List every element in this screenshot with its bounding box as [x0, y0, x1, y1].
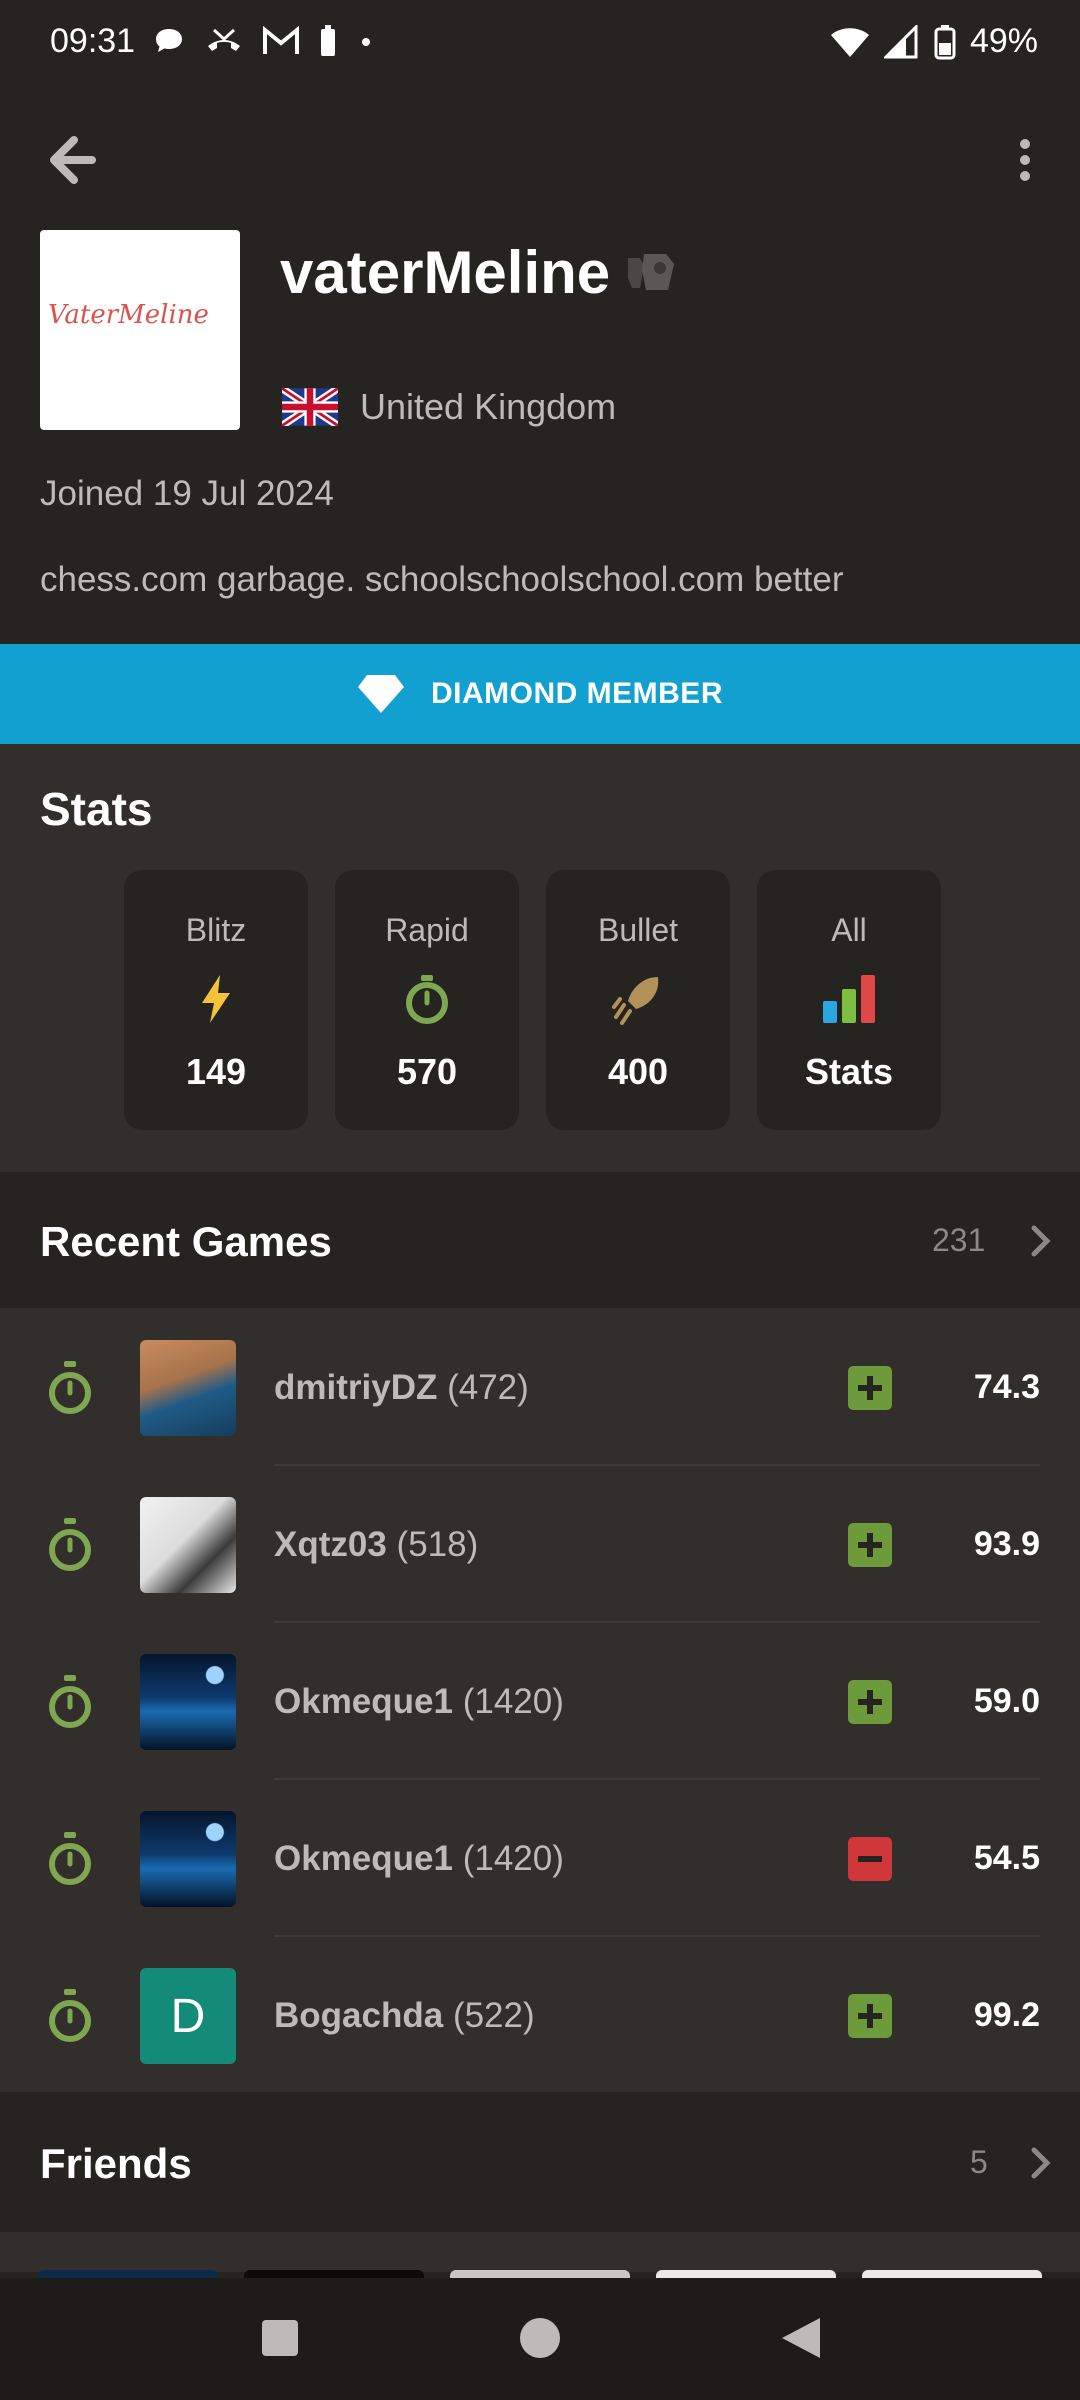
back-triangle-icon[interactable]: [780, 2316, 822, 2360]
missed-call-icon: [208, 28, 240, 51]
stopwatch-icon: [406, 975, 448, 1024]
recent-games-title: Recent Games: [40, 1218, 332, 1265]
diamond-member-banner[interactable]: DIAMOND MEMBER: [0, 644, 1080, 744]
status-right: 49%: [830, 22, 1038, 61]
accuracy-value: 59.0: [973, 1682, 1040, 1720]
opponent-name[interactable]: dmitriyDZ (472): [274, 1368, 529, 1408]
accuracy-value: 74.3: [973, 1368, 1040, 1406]
home-circle-icon[interactable]: [518, 2316, 562, 2360]
opponent-name[interactable]: Xqtz03 (518): [274, 1525, 478, 1565]
win-icon: [848, 1523, 892, 1567]
avatar-letter: D: [170, 1989, 206, 2043]
membership-label: DIAMOND MEMBER: [431, 677, 723, 710]
stat-tile-rapid[interactable]: Rapid 570: [335, 870, 519, 1130]
stats-title: Stats: [40, 783, 153, 835]
friend-avatar[interactable]: [450, 2270, 630, 2278]
lightning-icon: [202, 975, 230, 1023]
win-icon: [848, 1366, 892, 1410]
opponent-name[interactable]: Okmeque1 (1420): [274, 1839, 564, 1879]
stopwatch-icon: [49, 1832, 91, 1885]
more-options-icon[interactable]: [1010, 136, 1040, 184]
opponent-avatar: [140, 1497, 236, 1593]
chat-bubble-icon: [156, 29, 182, 52]
signal-icon: [883, 24, 918, 58]
stat-tile-value: 149: [185, 1051, 247, 1092]
stat-tile-label: Blitz: [185, 912, 247, 948]
accuracy-value: 99.2: [973, 1996, 1040, 2034]
win-icon: [848, 1680, 892, 1724]
friend-avatar[interactable]: [862, 2270, 1042, 2278]
opponent-avatar: D: [140, 1968, 236, 2064]
stat-tile-label: All: [831, 912, 867, 948]
recent-games-count: 231: [932, 1222, 986, 1258]
accuracy-value: 93.9: [973, 1525, 1040, 1563]
more-notifications-icon: [362, 38, 370, 46]
stopwatch-icon: [49, 1361, 91, 1414]
chevron-right-icon[interactable]: [1030, 2146, 1052, 2180]
membership-badge-icon[interactable]: [622, 248, 678, 296]
stat-tile-bullet[interactable]: Bullet 400: [546, 870, 730, 1130]
profile-country: United Kingdom: [360, 386, 617, 427]
stat-tile-value: Stats: [804, 1051, 894, 1092]
friend-avatar[interactable]: [38, 2270, 218, 2278]
avatar-signature: VaterMeline: [48, 300, 209, 330]
accuracy-value: 54.5: [973, 1839, 1040, 1877]
stat-tile-all[interactable]: All Stats: [757, 870, 941, 1130]
chevron-right-icon[interactable]: [1030, 1224, 1052, 1258]
battery-saver-icon: [321, 25, 335, 56]
back-arrow-icon[interactable]: [42, 130, 102, 190]
stopwatch-icon: [49, 1989, 91, 2042]
bullet-icon: [612, 977, 659, 1025]
battery-percent: 49%: [969, 22, 1038, 60]
opponent-avatar: [140, 1654, 236, 1750]
profile-avatar: VaterMeline: [40, 230, 240, 430]
opponent-name[interactable]: Okmeque1 (1420): [274, 1682, 564, 1722]
friends-title: Friends: [40, 2140, 192, 2187]
profile-bio: chess.com garbage. schoolschoolschool.co…: [40, 560, 844, 599]
loss-icon: [848, 1837, 892, 1881]
gmail-icon: [263, 26, 299, 54]
stat-tile-label: Bullet: [597, 912, 679, 948]
opponent-avatar: [140, 1340, 236, 1436]
opponent-name[interactable]: Bogachda (522): [274, 1996, 535, 2036]
uk-flag-icon: [282, 388, 338, 426]
stat-tile-blitz[interactable]: Blitz 149: [124, 870, 308, 1130]
diamond-icon: [358, 675, 404, 713]
friend-avatar[interactable]: [656, 2270, 836, 2278]
wifi-icon: [830, 27, 869, 57]
opponent-avatar: [140, 1811, 236, 1907]
notification-icons: [152, 24, 376, 58]
friend-avatar[interactable]: [244, 2270, 424, 2278]
bar-chart-icon: [823, 975, 875, 1023]
win-icon: [848, 1994, 892, 2038]
profile-joined-date: Joined 19 Jul 2024: [40, 474, 334, 513]
friends-count: 5: [970, 2144, 988, 2180]
stopwatch-icon: [49, 1518, 91, 1571]
stat-tile-label: Rapid: [385, 912, 469, 948]
recents-square-icon[interactable]: [260, 2318, 300, 2358]
profile-username: vaterMeline: [280, 239, 611, 306]
stat-tile-value: 570: [396, 1051, 458, 1092]
stat-tile-value: 400: [607, 1051, 669, 1092]
friends-strip: [0, 2232, 1080, 2272]
status-time: 09:31: [50, 22, 136, 60]
stopwatch-icon: [49, 1675, 91, 1728]
battery-icon: [934, 24, 956, 59]
